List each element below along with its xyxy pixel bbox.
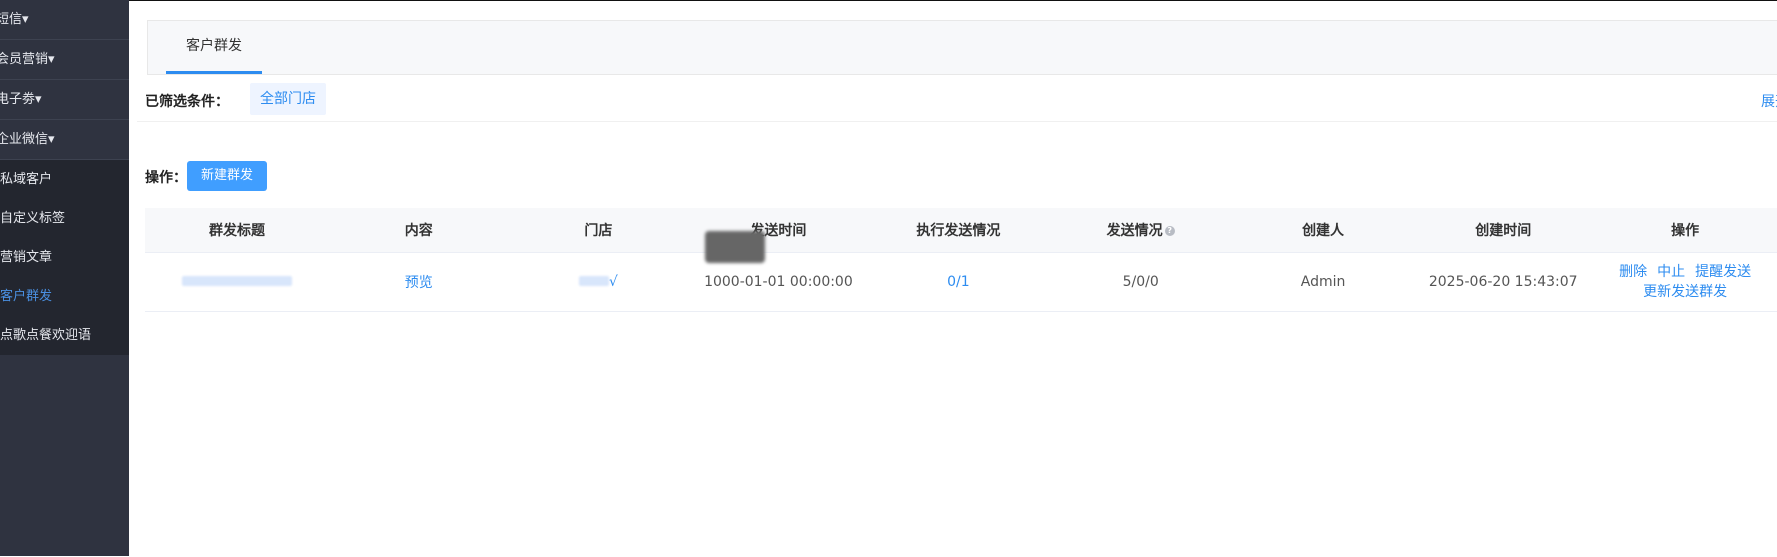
stop-link[interactable]: 中止 — [1657, 264, 1685, 280]
cell-content: 预览 — [328, 252, 509, 312]
cell-creator: Admin — [1233, 252, 1414, 312]
cell-actions: 删除 中止 提醒发送 更新发送群发 — [1593, 252, 1777, 312]
sidebar-submenu: 私域客户 自定义标签 营销文章 客户群发 点歌点餐欢迎语 — [0, 160, 129, 355]
update-broadcast-link[interactable]: 更新发送群发 — [1643, 284, 1727, 300]
expand-link[interactable]: 展开 — [1761, 91, 1777, 111]
sidebar: 短信▾ 会员营销▾ 电子劵▾ 企业微信▾ 私域客户 自定义标签 营销文章 客户群… — [0, 0, 129, 556]
filter-tag-all-stores[interactable]: 全部门店 — [250, 83, 326, 115]
col-header-created-time: 创建时间 — [1413, 208, 1594, 253]
filter-label: 已筛选条件： — [145, 94, 229, 110]
preview-link[interactable]: 预览 — [405, 275, 433, 291]
col-header-store: 门店 — [508, 208, 689, 253]
tab-customer-broadcast[interactable]: 客户群发 — [166, 21, 262, 74]
send-status-label: 发送情况 — [1106, 223, 1163, 239]
col-header-send-status: 发送情况? — [1048, 208, 1234, 253]
redacted-store — [578, 276, 609, 286]
help-icon[interactable]: ? — [1164, 226, 1175, 236]
sidebar-item-private-customers[interactable]: 私域客户 — [0, 160, 129, 199]
cell-title — [145, 252, 329, 312]
sidebar-item-custom-tags[interactable]: 自定义标签 — [0, 199, 129, 238]
redacted-overlay — [705, 231, 765, 263]
store-link[interactable]: √ — [609, 274, 618, 290]
filter-row: 已筛选条件： 全部门店 展开 — [137, 83, 1777, 122]
cell-store: √ — [508, 252, 689, 312]
tab-bar: 客户群发 — [147, 20, 1777, 75]
sidebar-group-coupon[interactable]: 电子劵▾ — [0, 80, 129, 120]
cell-send-status: 5/0/0 — [1048, 252, 1234, 312]
main-content: 客户群发 已筛选条件： 全部门店 展开 操作： 新建群发 群发标题 内容 门店 … — [129, 0, 1777, 557]
cell-created-time: 2025-06-20 15:43:07 — [1413, 252, 1594, 312]
col-header-exec-status: 执行发送情况 — [868, 208, 1049, 253]
exec-status-link[interactable]: 0/1 — [947, 274, 970, 290]
sidebar-item-customer-broadcast[interactable]: 客户群发 — [0, 277, 129, 316]
redacted-title — [181, 276, 292, 286]
sidebar-group-wecom[interactable]: 企业微信▾ — [0, 120, 129, 160]
sidebar-item-welcome-message[interactable]: 点歌点餐欢迎语 — [0, 316, 129, 355]
new-broadcast-button[interactable]: 新建群发 — [187, 161, 268, 191]
delete-link[interactable]: 删除 — [1619, 264, 1647, 280]
col-header-content: 内容 — [328, 208, 509, 253]
sidebar-item-marketing-articles[interactable]: 营销文章 — [0, 238, 129, 277]
col-header-title: 群发标题 — [145, 208, 329, 253]
table-header-row: 群发标题 内容 门店 发送时间 执行发送情况 发送情况? 创建人 创建时间 操作 — [145, 208, 1777, 253]
remind-send-link[interactable]: 提醒发送 — [1695, 264, 1751, 280]
operations-label: 操作： — [145, 170, 187, 186]
col-header-actions: 操作 — [1593, 208, 1777, 253]
sidebar-group-sms[interactable]: 短信▾ — [0, 0, 129, 40]
broadcast-table: 群发标题 内容 门店 发送时间 执行发送情况 发送情况? 创建人 创建时间 操作… — [145, 208, 1777, 312]
col-header-creator: 创建人 — [1233, 208, 1414, 253]
sidebar-group-member-marketing[interactable]: 会员营销▾ — [0, 40, 129, 80]
cell-exec-status: 0/1 — [868, 252, 1049, 312]
table-row: 预览 √ 1000-01-01 00:00:00 0/1 5/0/0 Admin… — [145, 252, 1777, 312]
